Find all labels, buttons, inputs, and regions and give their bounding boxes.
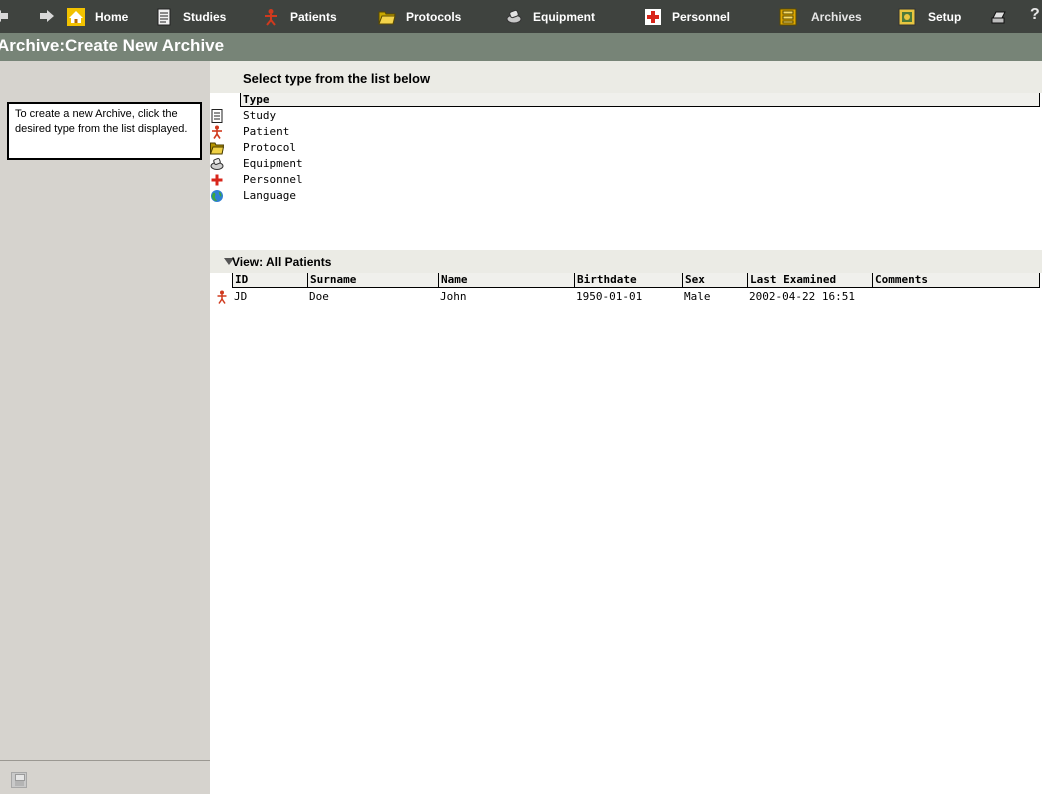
personnel-icon [210, 173, 224, 187]
type-item-label: Study [243, 109, 277, 122]
sidebar: To create a new Archive, click the desir… [0, 61, 210, 794]
help-text-box: To create a new Archive, click the desir… [7, 102, 202, 160]
nav-protocols[interactable]: Protocols [378, 0, 461, 33]
type-item-equipment[interactable]: Equipment [210, 156, 1042, 172]
patient-icon [217, 290, 227, 304]
nav-studies[interactable]: Studies [155, 0, 226, 33]
page-title: Archive:Create New Archive [0, 36, 225, 55]
type-item-language[interactable]: Language [210, 188, 1042, 204]
equipment-icon [506, 9, 522, 23]
document-icon [157, 8, 171, 25]
archive-icon [779, 8, 797, 25]
nav-equipment[interactable]: Equipment [505, 0, 595, 33]
cell-id: JD [234, 290, 248, 303]
type-item-label: Protocol [243, 141, 296, 154]
forward-arrow-icon[interactable] [40, 9, 54, 23]
red-cross-icon [645, 8, 661, 25]
type-item-study[interactable]: Study [210, 108, 1042, 124]
main-panel: Select type from the list below Type Stu… [210, 61, 1042, 794]
nav-personnel[interactable]: Personnel [644, 0, 730, 33]
patient-icon [265, 8, 277, 26]
type-item-personnel[interactable]: Personnel [210, 172, 1042, 188]
type-item-protocol[interactable]: Protocol [210, 140, 1042, 156]
view-label: View: All Patients [232, 255, 332, 269]
cell-last-examined: 2002-04-22 16:51 [749, 290, 855, 303]
nav-setup[interactable]: Setup [898, 0, 961, 33]
column-header-comments[interactable]: Comments [872, 273, 1040, 288]
back-arrow-icon[interactable] [0, 9, 8, 23]
setup-icon [898, 8, 916, 25]
top-navigation-bar: Home Studies Patients Protocols Equipmen… [0, 0, 1042, 33]
cell-sex: Male [684, 290, 711, 303]
cell-birthdate: 1950-01-01 [576, 290, 643, 303]
column-header-sex[interactable]: Sex [682, 273, 747, 288]
view-selector[interactable]: View: All Patients [210, 250, 1042, 273]
nav-patients[interactable]: Patients [262, 0, 337, 33]
type-item-label: Personnel [243, 173, 303, 186]
home-icon [67, 7, 85, 26]
patient-icon [212, 125, 222, 139]
print-icon[interactable] [990, 8, 1008, 26]
nav-label-studies: Studies [183, 9, 227, 24]
table-row[interactable]: JD Doe John 1950-01-01 Male 2002-04-22 1… [210, 289, 1042, 305]
protocol-icon [210, 142, 224, 155]
nav-label-protocols: Protocols [406, 9, 462, 24]
study-icon [211, 109, 223, 123]
column-header-last-examined[interactable]: Last Examined [747, 273, 872, 288]
patients-table-header: ID Surname Name Birthdate Sex Last Exami… [232, 273, 1040, 288]
nav-label-setup: Setup [928, 9, 962, 24]
type-column-label: Type [243, 93, 270, 106]
title-bar: Archive:Create New Archive [0, 33, 1042, 61]
column-header-id[interactable]: ID [232, 273, 307, 288]
nav-label-personnel: Personnel [672, 9, 731, 24]
nav-label-home: Home [95, 9, 129, 24]
nav-archives[interactable]: Archives [779, 0, 862, 33]
folder-icon [378, 11, 396, 24]
type-section-header: Select type from the list below [210, 61, 1042, 93]
nav-label-patients: Patients [290, 9, 337, 24]
help-icon[interactable]: ? [1030, 6, 1040, 24]
column-header-surname[interactable]: Surname [307, 273, 438, 288]
nav-label-equipment: Equipment [533, 9, 595, 24]
type-item-label: Equipment [243, 157, 303, 170]
type-section-title: Select type from the list below [243, 71, 431, 86]
save-icon[interactable] [11, 772, 27, 788]
column-header-name[interactable]: Name [438, 273, 574, 288]
nav-home[interactable]: Home [67, 0, 128, 33]
language-globe-icon [211, 190, 223, 202]
nav-label-archives: Archives [811, 9, 862, 24]
column-header-birthdate[interactable]: Birthdate [574, 273, 682, 288]
equipment-icon [210, 158, 224, 170]
cell-surname: Doe [309, 290, 329, 303]
type-item-label: Language [243, 189, 296, 202]
sidebar-toolbar [0, 760, 210, 794]
type-item-patient[interactable]: Patient [210, 124, 1042, 140]
cell-name: John [440, 290, 467, 303]
type-column-header[interactable]: Type [240, 93, 1040, 107]
type-item-label: Patient [243, 125, 290, 138]
